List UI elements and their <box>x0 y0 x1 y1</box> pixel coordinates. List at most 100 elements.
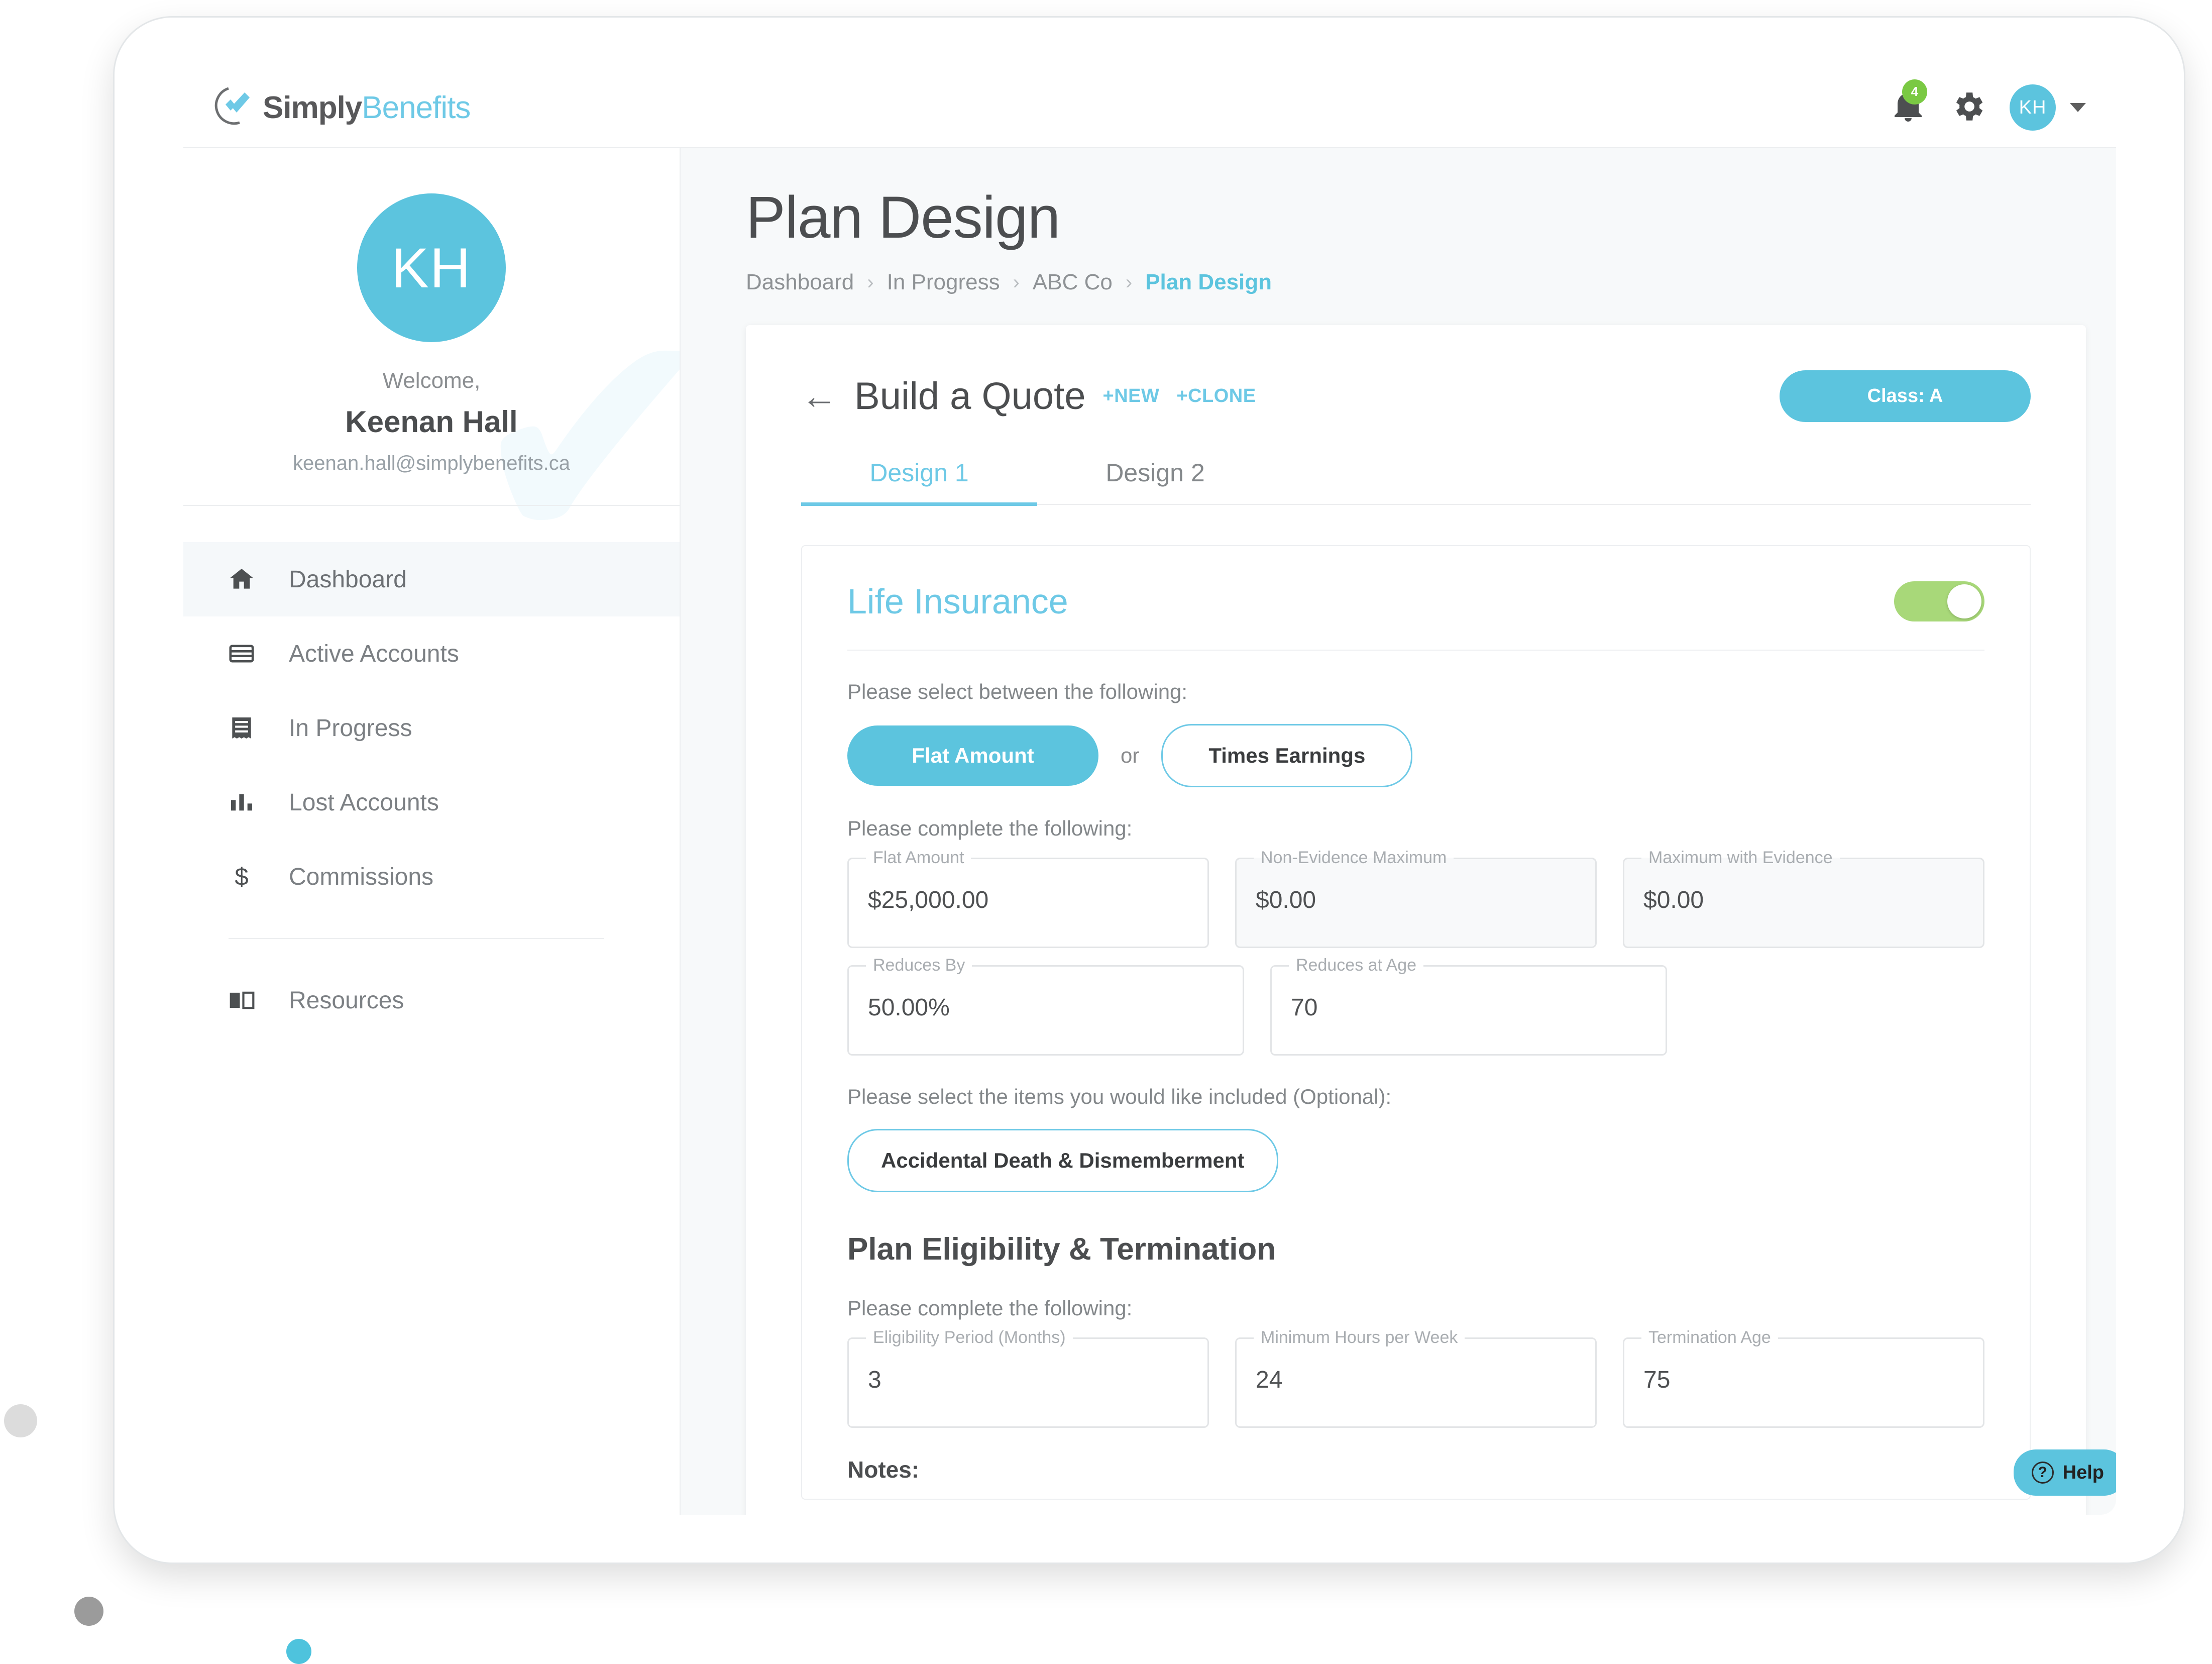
simply-benefits-logo[interactable]: SimplyBenefits <box>213 84 471 131</box>
reduces-by-field[interactable]: Reduces By 50.00% <box>847 956 1244 1056</box>
sidebar-profile: KH Welcome, Keenan Hall keenan.hall@simp… <box>183 148 680 506</box>
field-value: 75 <box>1643 1367 1671 1393</box>
welcome-label: Welcome, <box>382 368 481 393</box>
sidebar-item-resources[interactable]: Resources <box>183 963 680 1037</box>
life-fields-row-2: Reduces By 50.00% Reduces at Age 70 <box>847 956 1984 1056</box>
maximum-with-evidence-field[interactable]: Maximum with Evidence $0.00 <box>1623 848 1984 948</box>
help-button[interactable]: ? Help <box>2013 1449 2116 1496</box>
bar-chart-icon <box>228 788 256 816</box>
settings-button[interactable] <box>1949 88 1986 128</box>
flat-amount-option[interactable]: Flat Amount <box>847 725 1098 786</box>
receipt-icon <box>228 714 256 742</box>
sidebar-item-label: Active Accounts <box>289 640 459 667</box>
tab-design-1[interactable]: Design 1 <box>801 458 1037 506</box>
credit-card-icon <box>228 640 256 668</box>
life-insurance-toggle[interactable] <box>1894 581 1984 621</box>
profile-email: keenan.hall@simplybenefits.ca <box>292 452 570 474</box>
tablet-frame: SimplyBenefits 4 KH KH Welcome, Keenan H… <box>115 18 2184 1563</box>
dollar-icon: $ <box>228 863 256 891</box>
gear-icon <box>1956 92 1983 121</box>
or-label: or <box>1121 744 1140 767</box>
field-label: Non-Evidence Maximum <box>1254 848 1454 868</box>
breadcrumb: Dashboard › In Progress › ABC Co › Plan … <box>746 270 2086 295</box>
main-content: Plan Design Dashboard › In Progress › AB… <box>681 148 2116 1515</box>
home-icon <box>228 565 256 593</box>
times-earnings-option[interactable]: Times Earnings <box>1161 724 1413 787</box>
user-avatar[interactable]: KH <box>2010 84 2056 131</box>
breadcrumb-item-dashboard[interactable]: Dashboard <box>746 270 854 295</box>
logo-benefits-text: Benefits <box>362 90 471 125</box>
optional-hint: Please select the items you would like i… <box>847 1085 1392 1108</box>
field-value: 3 <box>868 1367 881 1393</box>
accidental-death-option[interactable]: Accidental Death & Dismemberment <box>847 1129 1278 1192</box>
breadcrumb-item-in-progress[interactable]: In Progress <box>887 270 1000 295</box>
field-label: Eligibility Period (Months) <box>866 1328 1073 1347</box>
sidebar-item-label: In Progress <box>289 714 412 742</box>
back-arrow-icon[interactable]: ← <box>801 378 837 414</box>
field-label: Termination Age <box>1641 1328 1778 1347</box>
clone-quote-link[interactable]: +CLONE <box>1176 385 1256 407</box>
field-value: 50.00% <box>868 994 950 1021</box>
question-mark-icon: ? <box>2031 1462 2054 1484</box>
field-label: Flat Amount <box>866 848 971 868</box>
chevron-down-icon[interactable] <box>2070 103 2086 112</box>
class-selector-button[interactable]: Class: A <box>1780 370 2031 422</box>
sidebar-item-label: Commissions <box>289 863 434 890</box>
quote-card: ← Build a Quote +NEW +CLONE Class: A Des… <box>746 325 2086 1515</box>
eligibility-period-field[interactable]: Eligibility Period (Months) 3 <box>847 1328 1209 1428</box>
tab-design-2[interactable]: Design 2 <box>1037 458 1273 504</box>
help-button-label: Help <box>2062 1462 2104 1483</box>
page-title: Plan Design <box>746 184 1060 251</box>
breadcrumb-item-current: Plan Design <box>1145 270 1272 294</box>
life-insurance-section: Life Insurance Please select between the… <box>801 545 2031 1500</box>
flat-amount-field[interactable]: Flat Amount $25,000.00 <box>847 848 1209 948</box>
design-tabs: Design 1 Design 2 <box>801 458 2031 506</box>
decorative-dot-light <box>4 1404 37 1437</box>
non-evidence-maximum-field[interactable]: Non-Evidence Maximum $0.00 <box>1235 848 1597 948</box>
sidebar-item-commissions[interactable]: $ Commissions <box>183 840 680 914</box>
select-hint: Please select between the following: <box>847 680 1188 703</box>
life-insurance-title: Life Insurance <box>847 582 1068 621</box>
sidebar-item-lost-accounts[interactable]: Lost Accounts <box>183 765 680 840</box>
sidebar-nav: Dashboard Active Accounts In Progress Lo… <box>183 506 680 1037</box>
field-label: Maximum with Evidence <box>1641 848 1840 868</box>
sidebar-item-active-accounts[interactable]: Active Accounts <box>183 616 680 691</box>
tablet-screen: SimplyBenefits 4 KH KH Welcome, Keenan H… <box>183 68 2116 1515</box>
svg-text:$: $ <box>235 863 248 890</box>
app-header: SimplyBenefits 4 KH <box>183 68 2116 148</box>
logo-simply-text: Simply <box>263 90 362 125</box>
profile-name: Keenan Hall <box>345 405 518 439</box>
field-value: $25,000.00 <box>868 887 989 913</box>
field-label: Reduces at Age <box>1289 956 1424 975</box>
toggle-knob <box>1947 584 1981 618</box>
field-value: $0.00 <box>1643 887 1704 913</box>
breadcrumb-item-abc-co[interactable]: ABC Co <box>1033 270 1113 295</box>
quote-title: Build a Quote <box>854 375 1086 418</box>
new-quote-link[interactable]: +NEW <box>1103 385 1160 407</box>
sidebar-item-dashboard[interactable]: Dashboard <box>183 542 680 616</box>
sidebar-item-in-progress[interactable]: In Progress <box>183 691 680 765</box>
chevron-right-icon: › <box>867 271 874 293</box>
notes-label: Notes: <box>847 1457 920 1483</box>
sidebar-divider <box>229 938 604 939</box>
reduces-at-age-field[interactable]: Reduces at Age 70 <box>1270 956 1667 1056</box>
book-icon <box>228 986 256 1014</box>
field-label: Reduces By <box>866 956 972 975</box>
field-value: 70 <box>1291 994 1318 1021</box>
sidebar: ✔ KH Welcome, Keenan Hall keenan.hall@si… <box>183 148 681 1515</box>
sidebar-item-label: Lost Accounts <box>289 789 439 816</box>
sidebar-item-label: Resources <box>289 987 404 1014</box>
chevron-right-icon: › <box>1125 271 1133 293</box>
eligibility-fields-row: Eligibility Period (Months) 3 Minimum Ho… <box>847 1328 1984 1428</box>
termination-age-field[interactable]: Termination Age 75 <box>1623 1328 1984 1428</box>
field-label: Minimum Hours per Week <box>1254 1328 1465 1347</box>
chevron-right-icon: › <box>1013 271 1020 293</box>
checkmark-logo-icon <box>214 87 250 125</box>
complete-hint-eligibility: Please complete the following: <box>847 1296 1133 1320</box>
decorative-dot-gray <box>74 1597 103 1626</box>
complete-hint-life: Please complete the following: <box>847 816 1133 840</box>
notifications-button[interactable]: 4 <box>1890 79 1927 128</box>
field-value: 24 <box>1256 1367 1283 1393</box>
field-value: $0.00 <box>1256 887 1316 913</box>
minimum-hours-field[interactable]: Minimum Hours per Week 24 <box>1235 1328 1597 1428</box>
